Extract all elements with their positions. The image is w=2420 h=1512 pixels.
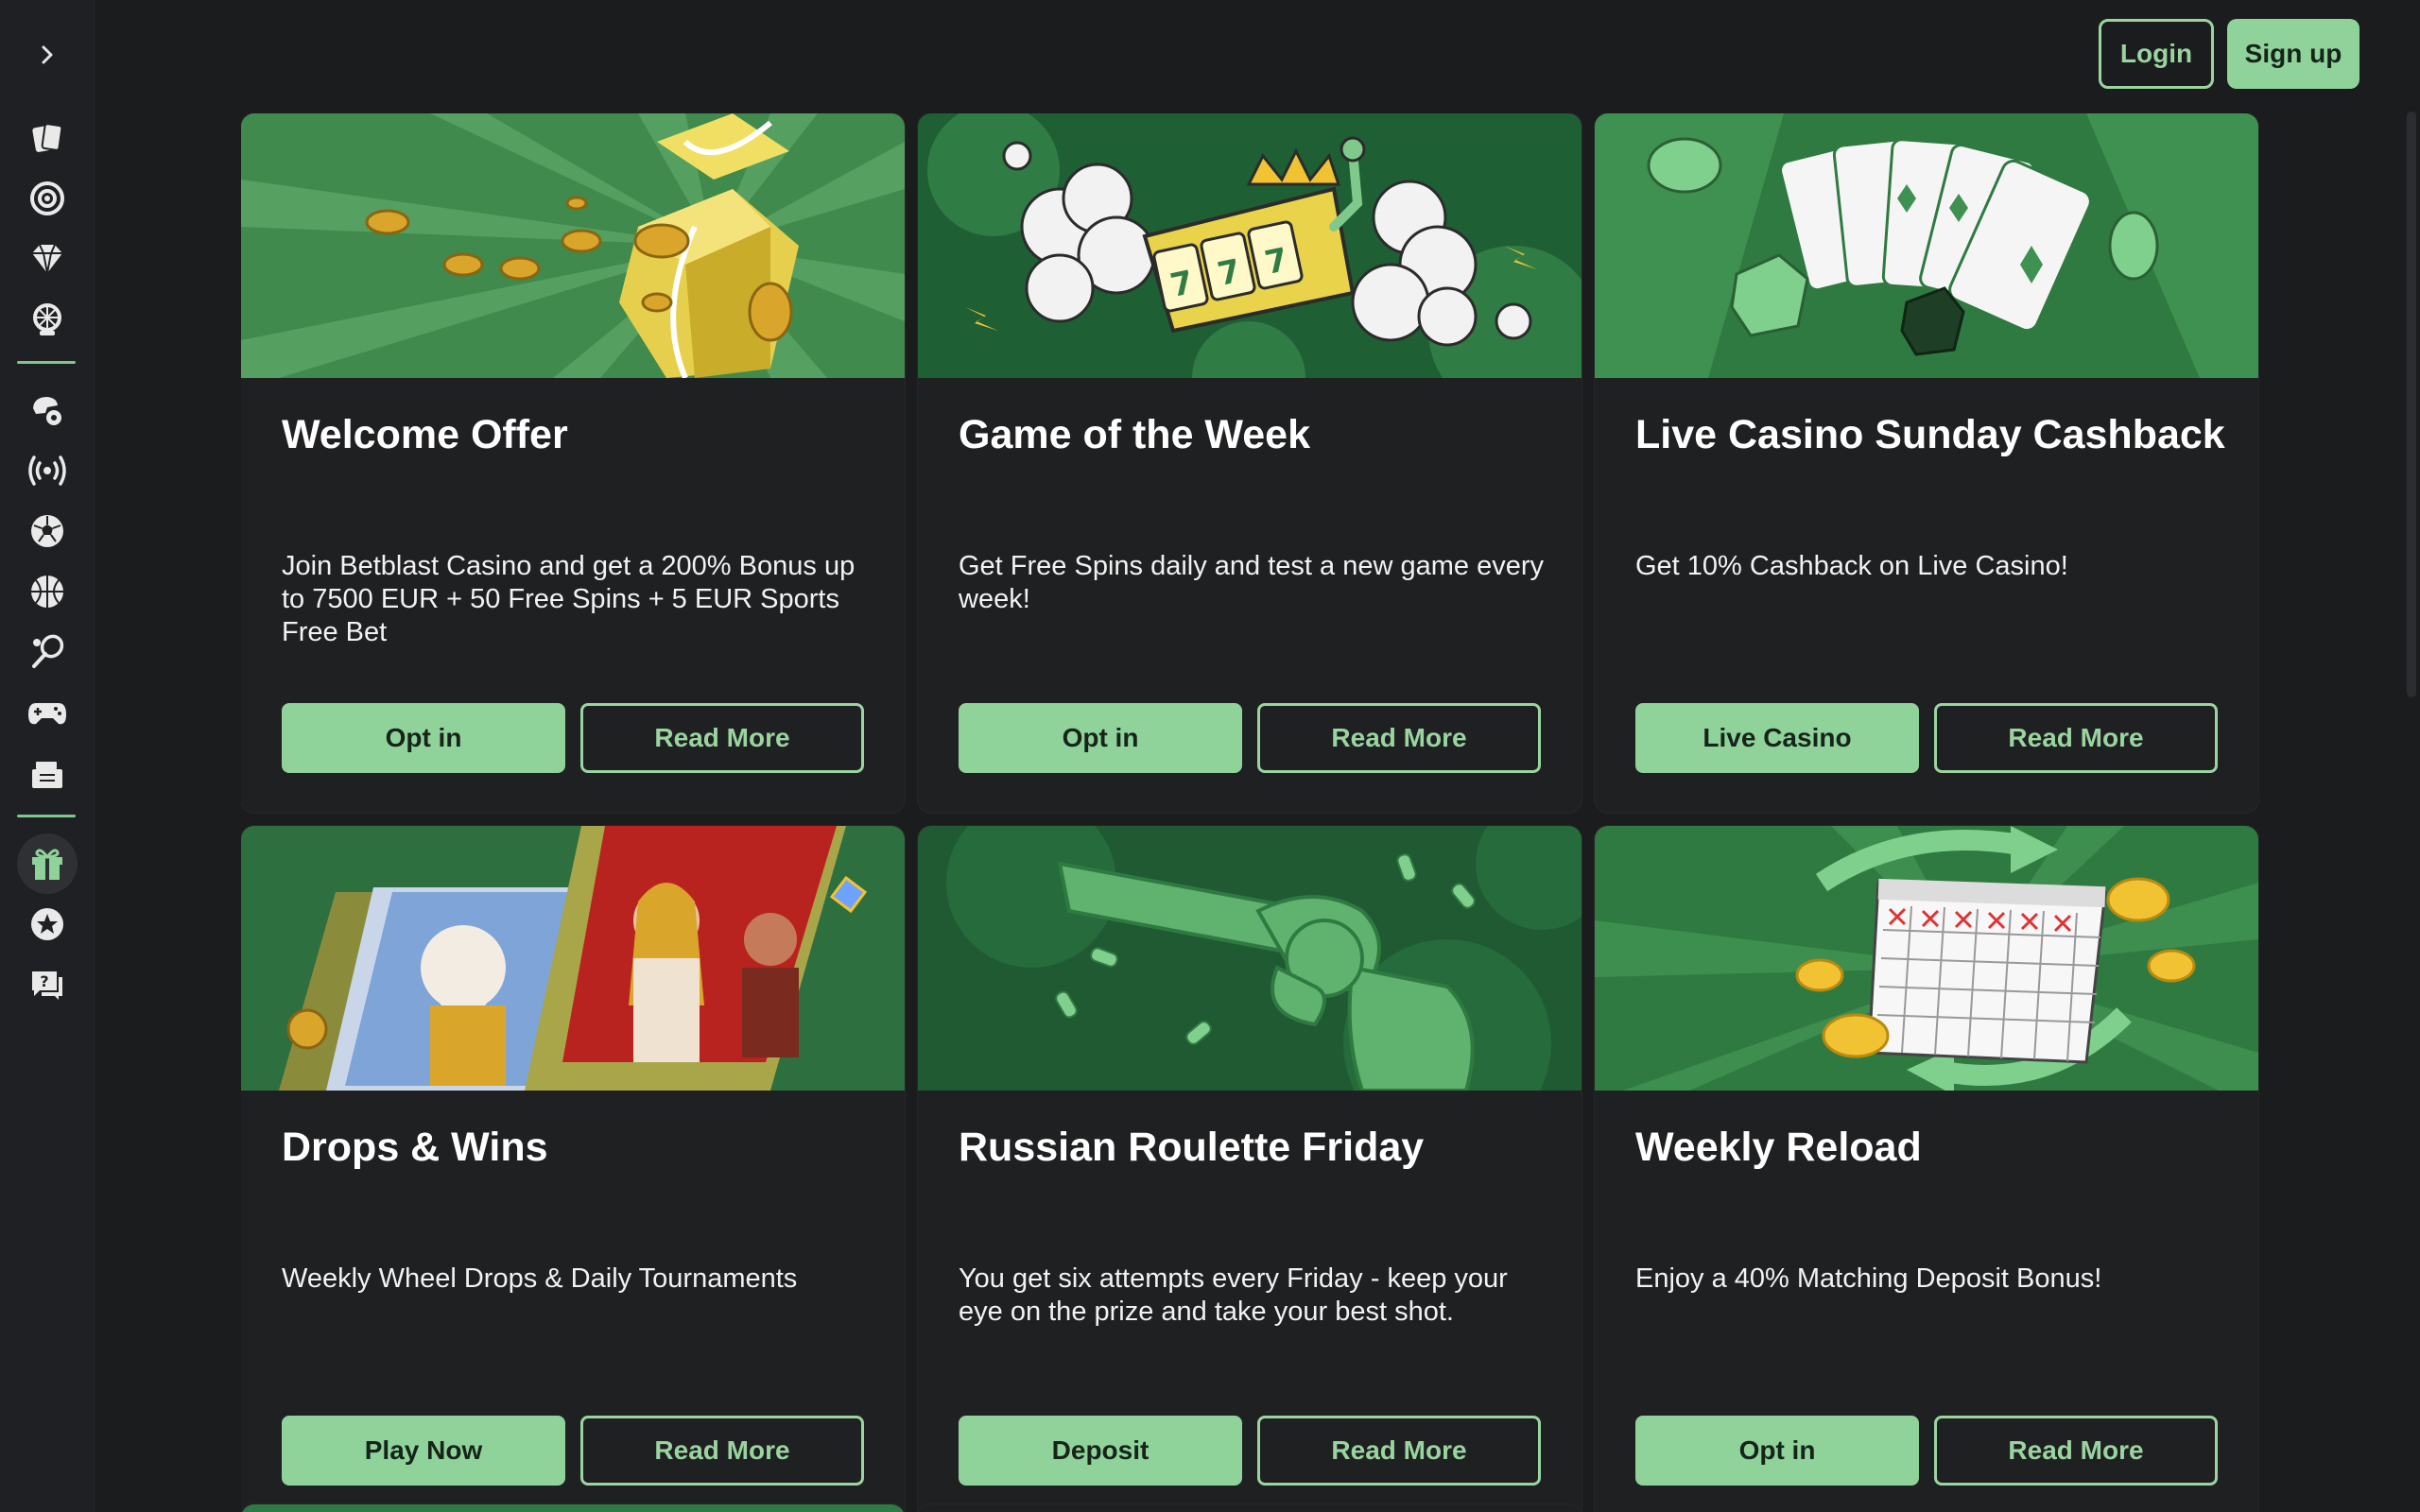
sidebar-item-favourites[interactable]	[25, 902, 70, 947]
promo-primary-button[interactable]: Opt in	[1635, 1416, 1919, 1486]
gift-icon	[32, 849, 62, 880]
gamepad-icon	[28, 703, 66, 725]
promo-description: You get six attempts every Friday - keep…	[959, 1263, 1508, 1327]
star-icon	[31, 908, 63, 940]
sidebar-item-live[interactable]	[25, 448, 70, 493]
sidebar-item-roulette[interactable]	[25, 176, 70, 221]
promo-read-more-button[interactable]: Read More	[1934, 1416, 2218, 1486]
cards-icon	[32, 123, 63, 152]
scrollbar[interactable]	[2407, 112, 2416, 697]
promo-card: Drops & Wins Weekly Wheel Drops & Daily …	[241, 826, 905, 1512]
live-broadcast-icon	[28, 455, 66, 486]
promo-banner-drops-wins	[241, 826, 905, 1091]
svg-text:?: ?	[40, 972, 48, 990]
promo-read-more-button[interactable]: Read More	[580, 703, 864, 773]
promo-description: Join Betblast Casino and get a 200% Bonu…	[282, 551, 856, 647]
promo-primary-button[interactable]: Opt in	[282, 703, 565, 773]
sidebar-item-football[interactable]	[25, 508, 70, 554]
top-bar: Login Sign up	[95, 0, 2420, 112]
promo-title: Russian Roulette Friday	[959, 1125, 1425, 1170]
promo-banner-weekly-reload	[1595, 826, 2258, 1091]
promo-read-more-button[interactable]: Read More	[1934, 703, 2218, 773]
promo-banner-russian-roulette	[918, 826, 1582, 1091]
promo-primary-button[interactable]: Live Casino	[1635, 703, 1919, 773]
tickets-icon	[32, 762, 62, 788]
chevron-right-icon	[42, 45, 53, 64]
soccer-ball-icon	[31, 515, 63, 547]
promotions-grid: Welcome Offer Join Betblast Casino and g…	[241, 113, 2259, 1512]
wheel-icon	[33, 303, 61, 335]
sidebar-item-basketball[interactable]	[25, 569, 70, 614]
promo-primary-button[interactable]: Opt in	[959, 703, 1242, 773]
promo-read-more-button[interactable]: Read More	[1257, 703, 1541, 773]
basketball-icon	[31, 576, 63, 608]
signup-button[interactable]: Sign up	[2227, 19, 2360, 89]
sidebar-item-virtual[interactable]	[25, 750, 70, 796]
sidebar-divider	[17, 815, 76, 817]
sidebar-item-esports[interactable]	[25, 690, 70, 735]
sidebar-divider	[17, 361, 76, 364]
help-chat-icon: ?	[32, 971, 62, 1000]
login-button[interactable]: Login	[2099, 19, 2214, 89]
sidebar-item-vip[interactable]	[25, 236, 70, 282]
promo-banner-welcome	[241, 113, 905, 378]
promo-card-partial	[241, 1504, 905, 1512]
promo-read-more-button[interactable]: Read More	[1257, 1416, 1541, 1486]
promo-banner-game-of-week: 7 7 7	[918, 113, 1582, 378]
sports-helmet-ball-icon	[33, 397, 63, 427]
promo-title: Live Casino Sunday Cashback	[1635, 412, 2225, 457]
promo-primary-button[interactable]: Play Now	[282, 1416, 565, 1486]
promo-banner-live-casino	[1595, 113, 2258, 378]
promo-description: Enjoy a 40% Matching Deposit Bonus!	[1635, 1263, 2102, 1294]
sidebar-item-promotions[interactable]	[25, 841, 70, 886]
sidebar-item-wheel[interactable]	[25, 297, 70, 342]
tennis-icon	[32, 634, 64, 668]
diamond-icon	[32, 244, 62, 274]
expand-sidebar-button[interactable]	[30, 38, 64, 72]
promo-description: Get 10% Cashback on Live Casino!	[1635, 551, 2068, 581]
sidebar-item-tennis[interactable]	[25, 629, 70, 675]
sidebar-item-sports[interactable]	[25, 387, 70, 433]
promo-description: Get Free Spins daily and test a new game…	[959, 551, 1544, 614]
roulette-icon	[30, 181, 64, 215]
promo-card: Russian Roulette Friday You get six atte…	[918, 826, 1582, 1512]
promo-primary-button[interactable]: Deposit	[959, 1416, 1242, 1486]
promo-card: Weekly Reload Enjoy a 40% Matching Depos…	[1595, 826, 2258, 1512]
promo-banner-partial	[918, 1504, 1582, 1512]
promo-description: Weekly Wheel Drops & Daily Tournaments	[282, 1263, 798, 1294]
promo-title: Drops & Wins	[282, 1125, 548, 1170]
promo-card: 7 7 7 Game of the Week Get Free Spins da…	[918, 113, 1582, 813]
promo-read-more-button[interactable]: Read More	[580, 1416, 864, 1486]
promo-card: Welcome Offer Join Betblast Casino and g…	[241, 113, 905, 813]
promo-title: Weekly Reload	[1635, 1125, 1922, 1170]
sidebar-item-casino[interactable]	[25, 115, 70, 161]
sidebar-item-support[interactable]: ?	[25, 962, 70, 1007]
promo-banner-partial	[241, 1504, 905, 1512]
promo-title: Welcome Offer	[282, 412, 568, 457]
promo-card-partial	[918, 1504, 1582, 1512]
promo-card: Live Casino Sunday Cashback Get 10% Cash…	[1595, 113, 2258, 813]
sidebar: ?	[0, 0, 95, 1512]
promo-title: Game of the Week	[959, 412, 1310, 457]
